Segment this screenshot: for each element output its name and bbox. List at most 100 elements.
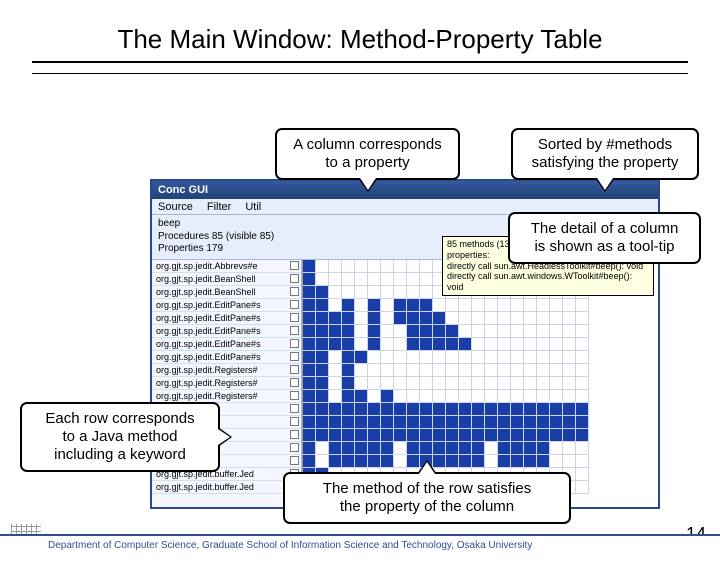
grid-cell[interactable] bbox=[368, 416, 381, 429]
grid-cell[interactable] bbox=[368, 351, 381, 364]
grid-cell[interactable] bbox=[342, 325, 355, 338]
grid-cell[interactable] bbox=[355, 377, 368, 390]
grid-cell[interactable] bbox=[485, 325, 498, 338]
grid-cell[interactable] bbox=[420, 299, 433, 312]
grid-cell[interactable] bbox=[420, 260, 433, 273]
grid-cell[interactable] bbox=[537, 325, 550, 338]
grid-cell[interactable] bbox=[355, 390, 368, 403]
grid-cell[interactable] bbox=[394, 299, 407, 312]
grid-cell[interactable] bbox=[485, 338, 498, 351]
grid-cell[interactable] bbox=[433, 390, 446, 403]
grid-cell[interactable] bbox=[446, 312, 459, 325]
grid-cell[interactable] bbox=[342, 273, 355, 286]
grid-cell[interactable] bbox=[563, 403, 576, 416]
grid-cell[interactable] bbox=[303, 299, 316, 312]
grid-cell[interactable] bbox=[498, 351, 511, 364]
grid-cell[interactable] bbox=[303, 442, 316, 455]
grid-cell[interactable] bbox=[381, 403, 394, 416]
grid-cell[interactable] bbox=[394, 286, 407, 299]
grid-cell[interactable] bbox=[329, 338, 342, 351]
grid-cell[interactable] bbox=[342, 312, 355, 325]
grid-cell[interactable] bbox=[368, 377, 381, 390]
method-row[interactable]: org.gjt.sp.jedit.Registers# bbox=[152, 377, 301, 390]
grid-cell[interactable] bbox=[381, 429, 394, 442]
grid-cell[interactable] bbox=[446, 429, 459, 442]
grid-cell[interactable] bbox=[316, 455, 329, 468]
grid-cell[interactable] bbox=[368, 338, 381, 351]
grid-cell[interactable] bbox=[420, 325, 433, 338]
grid-cell[interactable] bbox=[485, 455, 498, 468]
grid-cell[interactable] bbox=[316, 364, 329, 377]
grid-cell[interactable] bbox=[394, 351, 407, 364]
method-row[interactable]: org.gjt.sp.jedit.EditPane#s bbox=[152, 312, 301, 325]
grid-cell[interactable] bbox=[511, 325, 524, 338]
grid-cell[interactable] bbox=[550, 377, 563, 390]
grid-cell[interactable] bbox=[459, 377, 472, 390]
grid-cell[interactable] bbox=[316, 325, 329, 338]
grid-cell[interactable] bbox=[303, 403, 316, 416]
grid-cell[interactable] bbox=[407, 351, 420, 364]
grid-cell[interactable] bbox=[407, 390, 420, 403]
grid-cell[interactable] bbox=[537, 403, 550, 416]
grid-cell[interactable] bbox=[368, 325, 381, 338]
grid-cell[interactable] bbox=[394, 442, 407, 455]
grid-cell[interactable] bbox=[316, 338, 329, 351]
grid-cell[interactable] bbox=[472, 442, 485, 455]
grid-cell[interactable] bbox=[459, 364, 472, 377]
grid-cell[interactable] bbox=[550, 351, 563, 364]
grid-cell[interactable] bbox=[537, 351, 550, 364]
grid-cell[interactable] bbox=[420, 351, 433, 364]
grid-cell[interactable] bbox=[576, 403, 589, 416]
grid-cell[interactable] bbox=[329, 442, 342, 455]
grid-cell[interactable] bbox=[537, 416, 550, 429]
grid-cell[interactable] bbox=[498, 442, 511, 455]
grid-cell[interactable] bbox=[394, 390, 407, 403]
grid-cell[interactable] bbox=[381, 299, 394, 312]
grid-cell[interactable] bbox=[342, 364, 355, 377]
grid-cell[interactable] bbox=[303, 377, 316, 390]
grid-cell[interactable] bbox=[472, 429, 485, 442]
grid-cell[interactable] bbox=[446, 390, 459, 403]
grid-cell[interactable] bbox=[368, 299, 381, 312]
grid-cell[interactable] bbox=[576, 416, 589, 429]
grid-cell[interactable] bbox=[576, 481, 589, 494]
grid-cell[interactable] bbox=[420, 429, 433, 442]
grid-cell[interactable] bbox=[303, 260, 316, 273]
menu-item[interactable]: Util bbox=[245, 201, 261, 213]
grid-cell[interactable] bbox=[355, 442, 368, 455]
grid-cell[interactable] bbox=[433, 403, 446, 416]
grid-cell[interactable] bbox=[576, 351, 589, 364]
grid-cell[interactable] bbox=[381, 273, 394, 286]
grid-cell[interactable] bbox=[524, 403, 537, 416]
grid-cell[interactable] bbox=[524, 429, 537, 442]
grid-cell[interactable] bbox=[472, 351, 485, 364]
grid-cell[interactable] bbox=[511, 312, 524, 325]
method-row[interactable]: org.gjt.sp.jedit.BeanShell bbox=[152, 273, 301, 286]
grid-cell[interactable] bbox=[550, 442, 563, 455]
grid-cell[interactable] bbox=[342, 377, 355, 390]
grid-cell[interactable] bbox=[511, 429, 524, 442]
grid-cell[interactable] bbox=[329, 377, 342, 390]
grid-cell[interactable] bbox=[498, 312, 511, 325]
grid-cell[interactable] bbox=[368, 390, 381, 403]
grid-cell[interactable] bbox=[550, 312, 563, 325]
grid-cell[interactable] bbox=[576, 377, 589, 390]
grid-cell[interactable] bbox=[355, 416, 368, 429]
grid-cell[interactable] bbox=[381, 260, 394, 273]
grid-cell[interactable] bbox=[550, 455, 563, 468]
grid-cell[interactable] bbox=[329, 351, 342, 364]
grid-cell[interactable] bbox=[511, 338, 524, 351]
method-row[interactable]: org.gjt.sp.jedit.EditPane#s bbox=[152, 351, 301, 364]
grid-cell[interactable] bbox=[303, 416, 316, 429]
grid-cell[interactable] bbox=[472, 364, 485, 377]
grid-cell[interactable] bbox=[407, 338, 420, 351]
grid-cell[interactable] bbox=[485, 364, 498, 377]
grid-cell[interactable] bbox=[485, 351, 498, 364]
grid-cell[interactable] bbox=[433, 416, 446, 429]
grid-cell[interactable] bbox=[420, 286, 433, 299]
grid-cell[interactable] bbox=[524, 351, 537, 364]
grid-cell[interactable] bbox=[472, 338, 485, 351]
grid-cell[interactable] bbox=[459, 325, 472, 338]
grid-cell[interactable] bbox=[381, 416, 394, 429]
grid-cell[interactable] bbox=[303, 429, 316, 442]
